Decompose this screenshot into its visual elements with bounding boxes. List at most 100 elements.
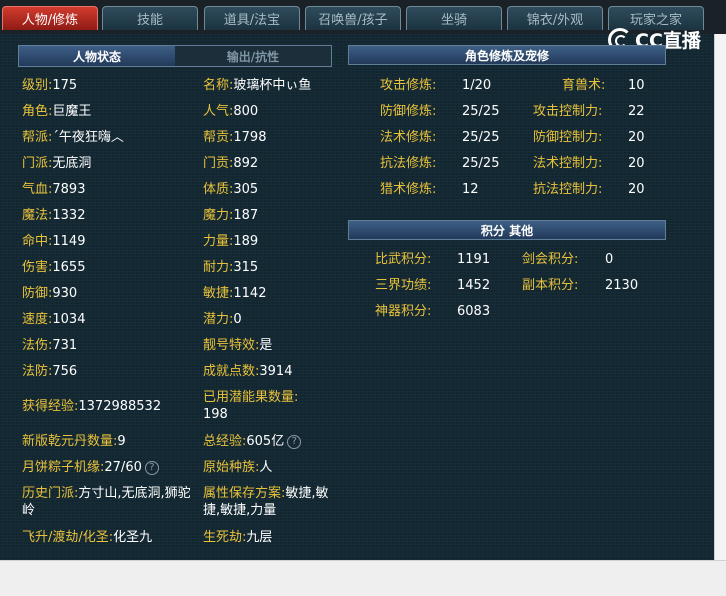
bottom-strip bbox=[0, 560, 726, 596]
stat-value: 27/60 bbox=[104, 460, 142, 475]
stat-magic-damage: 法伤:731 bbox=[22, 337, 77, 354]
points-label: 副本积分: bbox=[522, 278, 579, 293]
stat-value: 187 bbox=[233, 208, 259, 223]
cult-value: 25/25 bbox=[462, 156, 500, 171]
stat-value: 1372988532 bbox=[78, 399, 162, 414]
stat-agility: 敏捷:1142 bbox=[203, 285, 266, 302]
stat-label: 已用潜能果数量: bbox=[203, 390, 299, 405]
cult-value: 1/20 bbox=[462, 78, 492, 93]
stat-strength: 力量:189 bbox=[203, 233, 258, 250]
points-value: 1191 bbox=[457, 251, 490, 268]
stat-label: 原始种族: bbox=[203, 460, 260, 475]
stat-label: 法防: bbox=[22, 364, 53, 379]
help-icon[interactable]: ? bbox=[144, 460, 159, 475]
stat-value: 800 bbox=[233, 104, 259, 119]
stat-value: 玻璃杯中ぃ鱼 bbox=[233, 78, 312, 93]
stat-qianyuan-pills: 新版乾元丹数量:9 bbox=[22, 433, 126, 450]
stat-label: 飞升/渡劫/化圣: bbox=[22, 530, 114, 545]
stat-value: 巨魔王 bbox=[52, 104, 92, 119]
tab-mounts[interactable]: 坐骑 bbox=[406, 6, 502, 30]
stat-value: 756 bbox=[52, 364, 78, 379]
points-value-text: 0 bbox=[605, 252, 614, 267]
stat-value: 315 bbox=[233, 260, 259, 275]
stat-value: 731 bbox=[52, 338, 78, 353]
stat-label: 人气: bbox=[203, 104, 234, 119]
stat-name: 名称:玻璃杯中ぃ鱼 bbox=[203, 77, 311, 94]
stat-achievement-points: 成就点数:3914 bbox=[203, 363, 292, 380]
pet-cultivation-value: 10 bbox=[628, 77, 645, 94]
stat-value: 0 bbox=[233, 312, 242, 327]
stat-value: 人 bbox=[259, 460, 273, 475]
stat-label: 伤害: bbox=[22, 260, 53, 275]
stat-mooncake-chance: 月饼粽子机缘:27/60? bbox=[22, 459, 159, 476]
stat-defense: 防御:930 bbox=[22, 285, 77, 302]
subtab-status[interactable]: 人物状态 bbox=[19, 46, 175, 66]
stat-value: 1142 bbox=[233, 286, 267, 301]
pet-cult-label: 防御控制力: bbox=[533, 130, 603, 145]
cultivation-row: 法术修炼: bbox=[380, 129, 436, 146]
stat-label: 属性保存方案: bbox=[203, 486, 286, 501]
stat-speed: 速度:1034 bbox=[22, 311, 85, 328]
tab-character[interactable]: 人物/修炼 bbox=[2, 6, 98, 30]
stat-role: 角色:巨魔王 bbox=[22, 103, 91, 120]
stat-label: 级别: bbox=[22, 78, 53, 93]
stat-label: 靓号特效: bbox=[203, 338, 260, 353]
stat-magic-power: 魔力:187 bbox=[203, 207, 258, 224]
stat-label: 法伤: bbox=[22, 338, 53, 353]
stat-label: 体质: bbox=[203, 182, 234, 197]
cultivation-row: 防御修炼: bbox=[380, 103, 436, 120]
stat-sect: 门派:无底洞 bbox=[22, 155, 91, 172]
cultivation-row: 抗法修炼: bbox=[380, 155, 436, 172]
points-label: 比武积分: bbox=[375, 252, 432, 267]
cult-label: 抗法修炼: bbox=[380, 156, 437, 171]
stat-value: 化圣九 bbox=[113, 530, 153, 545]
points-label: 剑会积分: bbox=[522, 252, 579, 267]
stat-value: 1149 bbox=[52, 234, 86, 249]
stat-value: 1332 bbox=[52, 208, 86, 223]
stat-value: 是 bbox=[259, 338, 273, 353]
pet-cult-value: 20 bbox=[628, 130, 645, 145]
stat-label: 历史门派: bbox=[22, 486, 79, 501]
points-value-text: 1191 bbox=[457, 252, 491, 267]
stat-label: 成就点数: bbox=[203, 364, 260, 379]
stat-label: 速度: bbox=[22, 312, 53, 327]
stat-potential-fruits: 已用潜能果数量: 198 bbox=[203, 389, 333, 423]
stat-label: 生死劫: bbox=[203, 530, 247, 545]
cultivation-row: 猎术修炼: bbox=[380, 181, 436, 198]
stat-label: 防御: bbox=[22, 286, 53, 301]
stat-vip-effect: 靓号特效:是 bbox=[203, 337, 272, 354]
pet-cult-label: 抗法控制力: bbox=[533, 182, 603, 197]
stat-total-experience: 总经验:605亿? bbox=[203, 433, 302, 450]
points-label: 三界功绩: bbox=[375, 278, 432, 293]
pet-cult-label: 法术控制力: bbox=[533, 156, 603, 171]
stat-constitution: 体质:305 bbox=[203, 181, 258, 198]
pet-cult-value: 20 bbox=[628, 156, 645, 171]
cult-value: 12 bbox=[462, 182, 479, 197]
stat-value: 605亿 bbox=[246, 434, 285, 449]
help-icon[interactable]: ? bbox=[287, 434, 302, 449]
pet-cult-value: 10 bbox=[628, 78, 645, 93]
tab-summons[interactable]: 召唤兽/孩子 bbox=[305, 6, 401, 30]
tab-outfits[interactable]: 锦衣/外观 bbox=[507, 6, 603, 30]
pet-cultivation-value: 20 bbox=[628, 181, 645, 198]
pet-cultivation-row: 攻击控制力: bbox=[533, 103, 602, 120]
stat-value: 无底洞 bbox=[52, 156, 92, 171]
stat-label: 潜力: bbox=[203, 312, 234, 327]
points-label: 神器积分: bbox=[375, 304, 432, 319]
stat-value: 892 bbox=[233, 156, 259, 171]
tab-items[interactable]: 道具/法宝 bbox=[204, 6, 300, 30]
stat-life-death-trial: 生死劫:九层 bbox=[203, 529, 272, 546]
stat-endurance: 耐力:315 bbox=[203, 259, 258, 276]
cult-label: 防御修炼: bbox=[380, 104, 437, 119]
stat-label: 总经验: bbox=[203, 434, 247, 449]
subtab-output-resist[interactable]: 输出/抗性 bbox=[175, 46, 331, 66]
stat-value: 9 bbox=[117, 434, 126, 449]
scrollbar-gutter[interactable] bbox=[714, 34, 726, 560]
cultivation-value: 25/25 bbox=[462, 103, 499, 120]
cultivation-value: 25/25 bbox=[462, 155, 499, 172]
tab-skills[interactable]: 技能 bbox=[102, 6, 198, 30]
pet-cult-value: 22 bbox=[628, 104, 645, 119]
stat-hp: 气血:7893 bbox=[22, 181, 85, 198]
points-header: 积分 其他 bbox=[348, 220, 666, 240]
stat-value: 305 bbox=[233, 182, 259, 197]
